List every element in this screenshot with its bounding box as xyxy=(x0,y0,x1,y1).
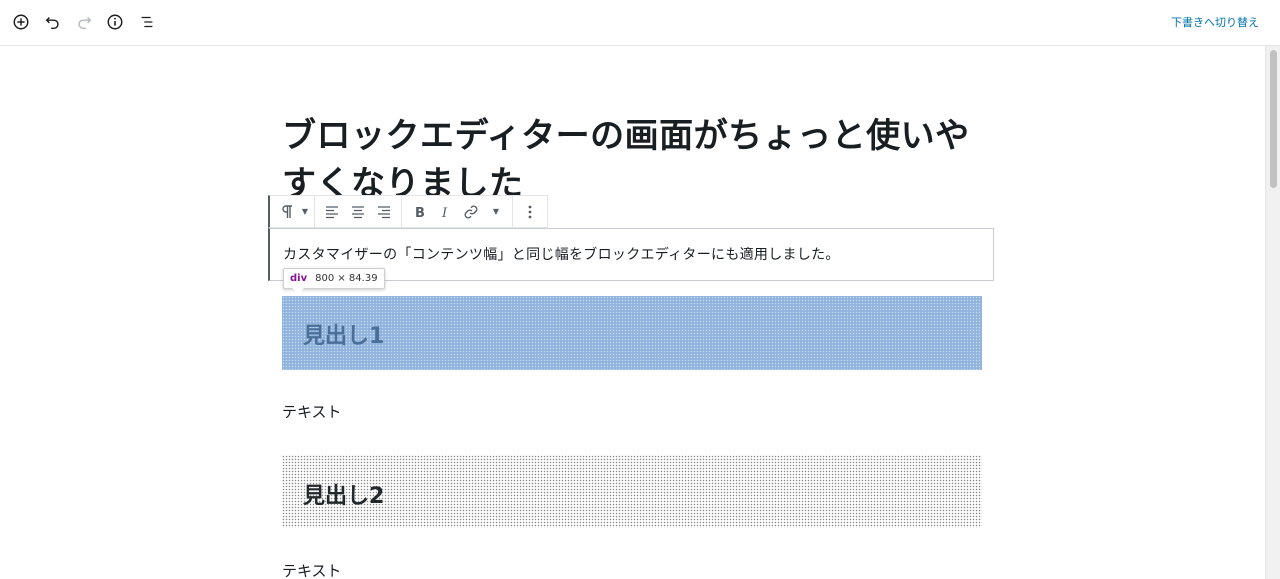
text-block-1[interactable]: テキスト xyxy=(282,401,342,422)
italic-icon[interactable]: I xyxy=(432,196,458,227)
chevron-down-icon[interactable]: ▼ xyxy=(300,196,310,227)
more-formats-chevron-icon[interactable]: ▼ xyxy=(484,196,508,227)
svg-text:B: B xyxy=(415,206,425,220)
text-block-2[interactable]: テキスト xyxy=(282,560,342,579)
tooltip-arrow xyxy=(292,288,304,294)
paragraph-text[interactable]: カスタマイザーの「コンテンツ幅」と同じ幅をブロックエディターにも適用しました。 xyxy=(283,244,840,264)
link-icon[interactable] xyxy=(458,196,484,227)
info-icon[interactable] xyxy=(104,11,126,33)
heading-2-text[interactable]: 見出し2 xyxy=(303,478,384,510)
more-options-icon[interactable] xyxy=(517,196,543,227)
bold-icon[interactable]: B xyxy=(406,196,432,227)
editor-header: 下書きへ切り替え xyxy=(0,0,1280,46)
align-right-icon[interactable] xyxy=(371,196,397,227)
scrollbar-thumb[interactable] xyxy=(1270,50,1277,188)
redo-icon[interactable] xyxy=(73,11,95,33)
inspector-tooltip: div 800 × 84.39 xyxy=(283,268,385,294)
heading-1-text[interactable]: 見出し1 xyxy=(303,318,384,350)
alignment-group xyxy=(315,196,402,227)
svg-text:I: I xyxy=(441,206,448,220)
post-title[interactable]: ブロックエディターの画面がちょっと使いやすくなりました xyxy=(282,112,982,208)
more-group xyxy=(513,196,547,227)
tooltip-dimensions: 800 × 84.39 xyxy=(315,273,378,284)
scrollbar[interactable] xyxy=(1265,46,1280,579)
undo-icon[interactable] xyxy=(42,11,64,33)
format-group: B I ▼ xyxy=(402,196,513,227)
block-switcher-group: ▼ xyxy=(270,196,315,227)
align-center-icon[interactable] xyxy=(345,196,371,227)
add-block-icon[interactable] xyxy=(10,11,32,33)
switch-to-draft-button[interactable]: 下書きへ切り替え xyxy=(1171,14,1259,30)
align-left-icon[interactable] xyxy=(319,196,345,227)
heading-block-2[interactable]: 見出し2 xyxy=(282,455,982,528)
tooltip-tag: div xyxy=(290,273,308,284)
outline-icon[interactable] xyxy=(136,11,158,33)
block-toolbar: ▼ B I ▼ xyxy=(268,195,548,228)
heading-block-1[interactable]: 見出し1 xyxy=(282,296,982,370)
paragraph-icon[interactable] xyxy=(274,196,300,227)
